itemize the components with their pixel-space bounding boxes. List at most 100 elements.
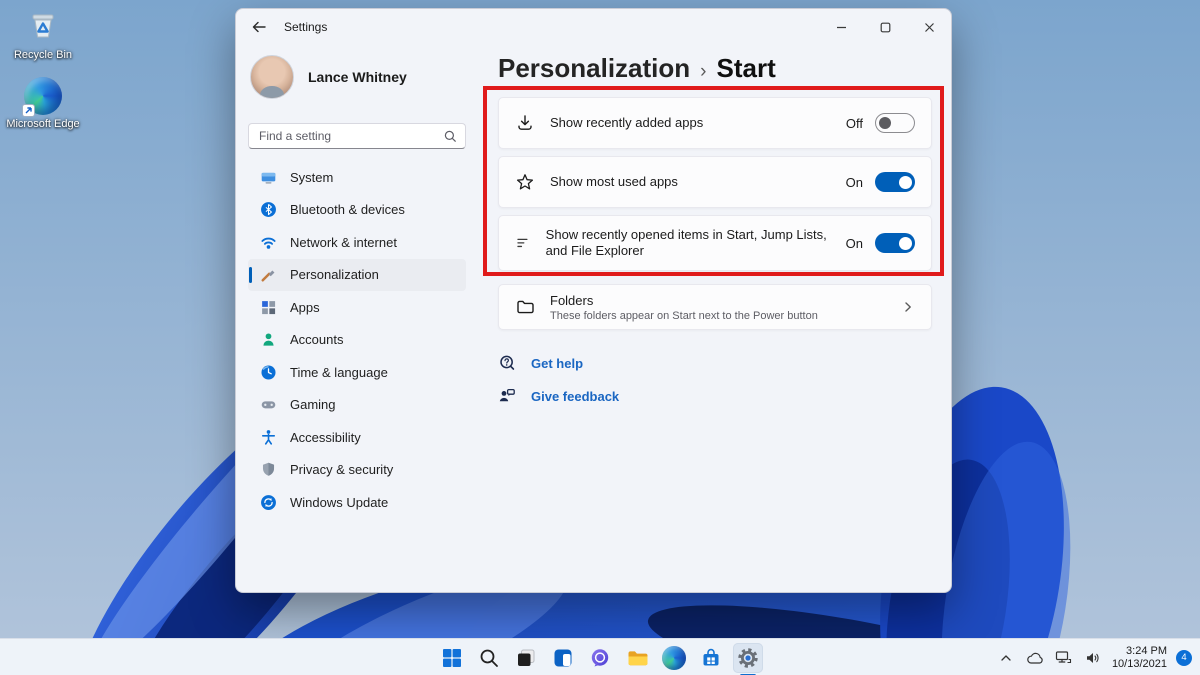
widgets-button[interactable] bbox=[548, 643, 578, 673]
file-explorer-button[interactable] bbox=[622, 643, 652, 673]
sidebar-item-label: Gaming bbox=[290, 397, 336, 413]
apps-icon bbox=[260, 299, 277, 316]
volume-icon[interactable] bbox=[1083, 646, 1103, 670]
breadcrumb: Personalization › Start bbox=[498, 53, 776, 84]
sidebar-item-label: Apps bbox=[290, 299, 320, 315]
minimize-button[interactable] bbox=[819, 9, 863, 45]
avatar bbox=[250, 55, 294, 99]
onedrive-cloud-icon[interactable] bbox=[1025, 646, 1045, 670]
windows-update-icon bbox=[260, 494, 277, 511]
system-icon bbox=[260, 169, 277, 186]
give-feedback-link[interactable]: Give feedback bbox=[498, 383, 619, 409]
network-icon bbox=[260, 234, 277, 251]
search-box bbox=[248, 123, 466, 149]
microsoft-store-button[interactable] bbox=[696, 643, 726, 673]
setting-label: Show recently opened items in Start, Jum… bbox=[545, 227, 827, 258]
shortcut-arrow-icon bbox=[22, 104, 35, 117]
sidebar-item-label: Accounts bbox=[290, 332, 344, 348]
time-language-icon bbox=[260, 364, 277, 381]
download-icon bbox=[518, 115, 532, 130]
close-button[interactable] bbox=[907, 9, 951, 45]
search-icon bbox=[444, 130, 457, 143]
sidebar-item-label: Windows Update bbox=[290, 494, 389, 510]
get-help-icon bbox=[500, 355, 515, 370]
microsoft-store-icon bbox=[703, 648, 719, 665]
setting-row-most-used-apps[interactable]: Show most used apps On bbox=[498, 156, 932, 208]
tray-overflow-chevron-icon[interactable] bbox=[996, 646, 1016, 670]
notification-badge[interactable]: 4 bbox=[1176, 649, 1192, 666]
sidebar-item-accessibility[interactable]: Accessibility bbox=[248, 421, 466, 454]
back-button[interactable] bbox=[242, 13, 276, 41]
toggle-switch[interactable] bbox=[875, 172, 915, 192]
maximize-icon bbox=[880, 22, 890, 32]
user-profile[interactable]: Lance Whitney bbox=[250, 55, 407, 99]
sidebar-item-system[interactable]: System bbox=[248, 161, 466, 194]
desktop-icon-area: Recycle Bin Microsoft Edge bbox=[4, 6, 82, 146]
sidebar-item-label: Time & language bbox=[290, 364, 388, 380]
chevron-right-icon bbox=[901, 300, 915, 314]
sidebar: Lance Whitney System bbox=[248, 45, 470, 592]
sidebar-item-gaming[interactable]: Gaming bbox=[248, 389, 466, 422]
toggle-switch[interactable] bbox=[875, 113, 915, 133]
desktop-icon-label: Microsoft Edge bbox=[6, 118, 80, 130]
sidebar-item-accounts[interactable]: Accounts bbox=[248, 324, 466, 357]
sidebar-item-personalization[interactable]: Personalization bbox=[248, 258, 466, 291]
breadcrumb-parent[interactable]: Personalization bbox=[498, 53, 690, 84]
privacy-icon bbox=[260, 461, 277, 478]
edge-button[interactable] bbox=[659, 643, 689, 673]
taskbar: 3:24 PM 10/13/2021 4 bbox=[0, 638, 1200, 675]
sidebar-nav: System Bluetooth & devices Network & int… bbox=[248, 161, 466, 519]
back-arrow-icon bbox=[252, 21, 266, 33]
sidebar-item-label: Accessibility bbox=[290, 429, 361, 445]
toggle-switch[interactable] bbox=[875, 233, 915, 253]
sidebar-item-label: Bluetooth & devices bbox=[290, 202, 405, 218]
settings-list: Show recently added apps Off Show most u… bbox=[498, 97, 932, 271]
start-button[interactable] bbox=[437, 643, 467, 673]
chat-button[interactable] bbox=[585, 643, 615, 673]
windows-start-icon bbox=[443, 648, 461, 667]
page-title: Start bbox=[716, 53, 776, 83]
star-icon bbox=[516, 174, 534, 190]
user-name: Lance Whitney bbox=[308, 69, 407, 85]
settings-button[interactable] bbox=[733, 642, 763, 673]
breadcrumb-separator-icon: › bbox=[700, 61, 707, 82]
setting-row-folders[interactable]: Folders These folders appear on Start ne… bbox=[498, 284, 932, 330]
window-title: Settings bbox=[284, 20, 328, 34]
folders-title: Folders bbox=[550, 292, 594, 308]
edge-icon bbox=[662, 645, 686, 670]
sidebar-item-privacy-security[interactable]: Privacy & security bbox=[248, 454, 466, 487]
sidebar-item-label: System bbox=[290, 169, 334, 185]
desktop: Recycle Bin Microsoft Edge Settings Lanc… bbox=[0, 0, 1200, 675]
toggle-state-label: On bbox=[845, 174, 863, 190]
sidebar-item-apps[interactable]: Apps bbox=[248, 291, 466, 324]
folders-description: These folders appear on Start next to th… bbox=[550, 309, 818, 322]
setting-row-recently-opened-items[interactable]: Show recently opened items in Start, Jum… bbox=[498, 215, 932, 271]
setting-row-recently-added-apps[interactable]: Show recently added apps Off bbox=[498, 97, 932, 149]
setting-label: Show recently added apps bbox=[550, 115, 704, 130]
sidebar-item-bluetooth-devices[interactable]: Bluetooth & devices bbox=[248, 194, 466, 227]
give-feedback-label: Give feedback bbox=[531, 388, 620, 404]
system-tray: 3:24 PM 10/13/2021 4 bbox=[996, 639, 1192, 675]
task-view-icon bbox=[518, 649, 535, 666]
toggle-knob bbox=[899, 175, 912, 189]
desktop-icon-microsoft-edge[interactable]: Microsoft Edge bbox=[4, 77, 82, 130]
desktop-icon-recycle-bin[interactable]: Recycle Bin bbox=[4, 6, 82, 61]
maximize-button[interactable] bbox=[863, 9, 907, 45]
task-view-button[interactable] bbox=[511, 643, 541, 673]
search-input[interactable] bbox=[249, 129, 444, 143]
titlebar: Settings bbox=[236, 9, 951, 45]
get-help-label: Get help bbox=[531, 355, 584, 371]
close-icon bbox=[924, 22, 934, 32]
sidebar-item-windows-update[interactable]: Windows Update bbox=[248, 486, 466, 519]
widgets-icon bbox=[554, 649, 572, 666]
get-help-link[interactable]: Get help bbox=[498, 350, 619, 376]
network-icon[interactable] bbox=[1054, 646, 1074, 670]
give-feedback-icon bbox=[499, 388, 515, 402]
sidebar-item-label: Network & internet bbox=[290, 234, 397, 250]
sidebar-item-time-language[interactable]: Time & language bbox=[248, 356, 466, 389]
taskbar-center bbox=[437, 639, 763, 675]
edge-icon bbox=[22, 77, 62, 117]
taskbar-clock[interactable]: 3:24 PM 10/13/2021 bbox=[1112, 645, 1167, 671]
taskbar-search-button[interactable] bbox=[474, 643, 504, 673]
sidebar-item-network-internet[interactable]: Network & internet bbox=[248, 226, 466, 259]
